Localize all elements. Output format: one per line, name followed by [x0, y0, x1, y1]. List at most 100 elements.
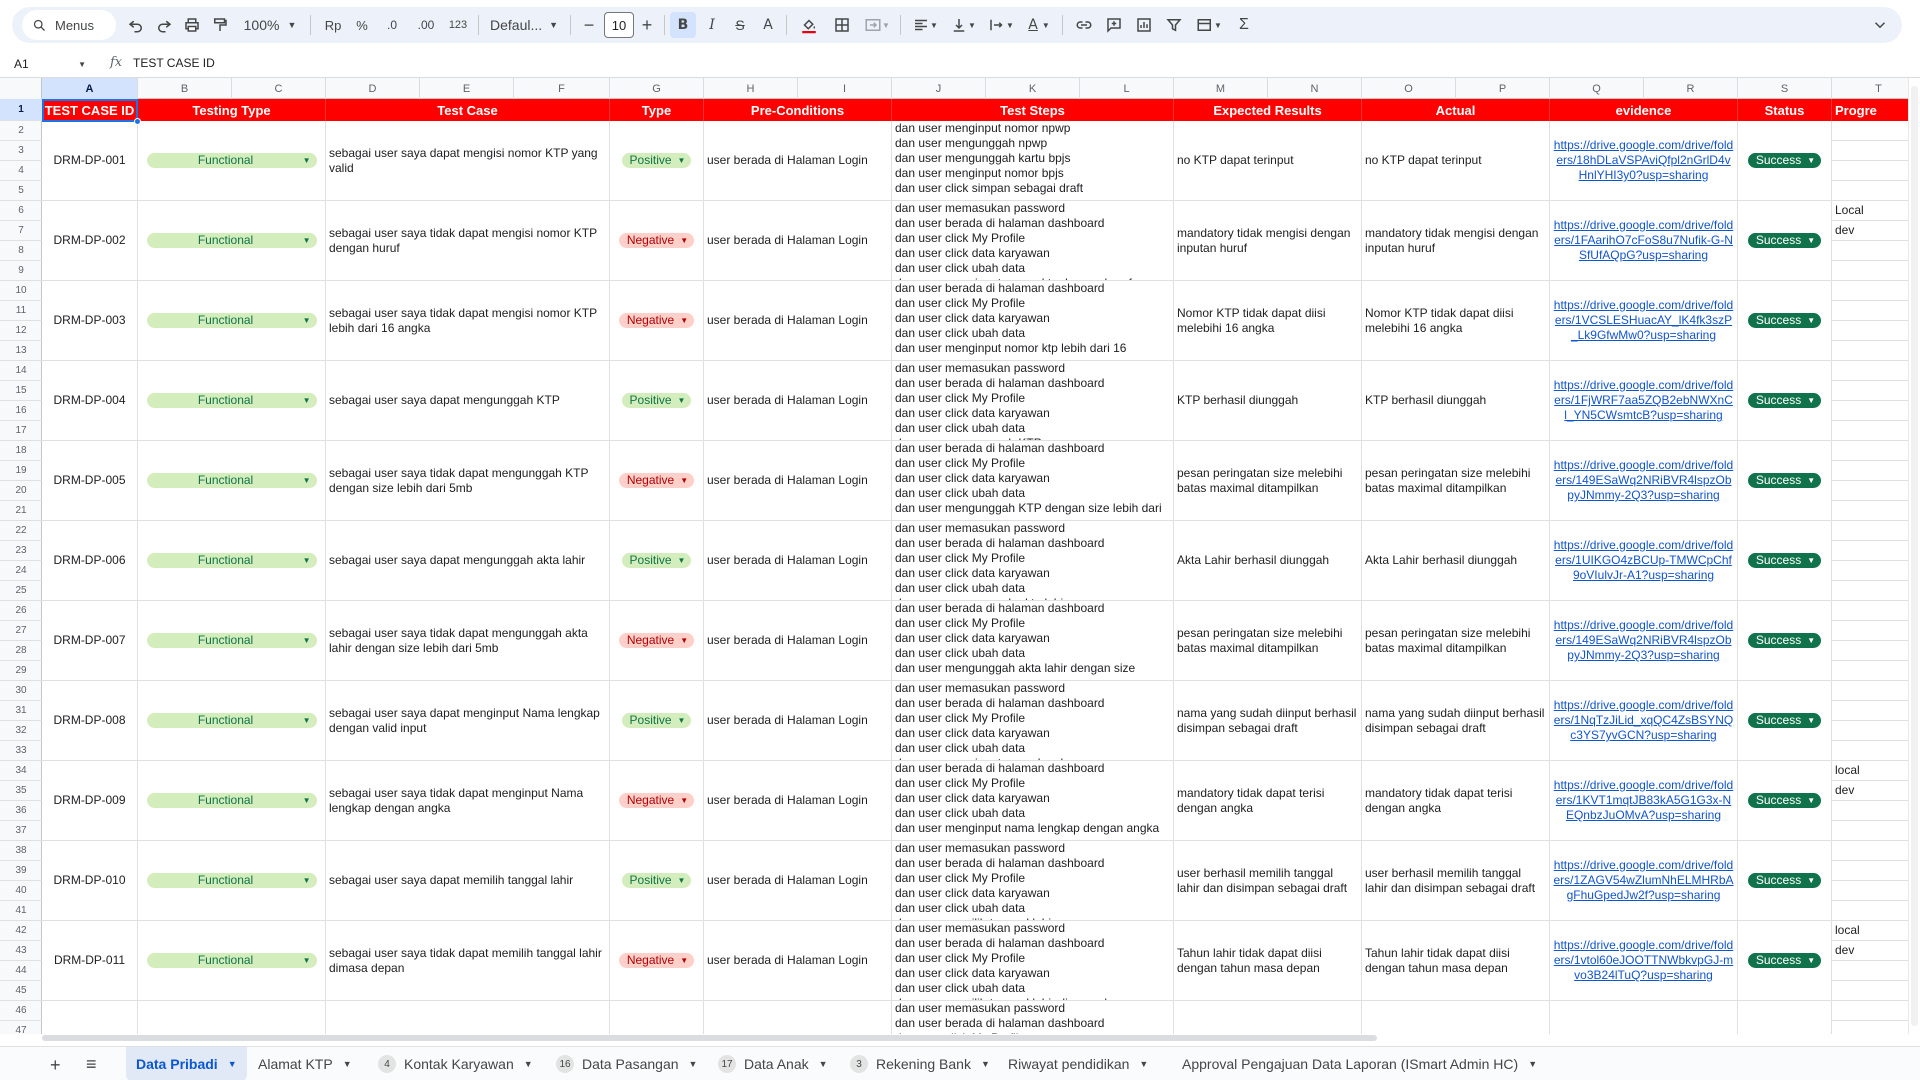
test-case-id-cell[interactable]: DRM-DP-003 [42, 281, 138, 361]
currency-format-button[interactable]: Rp [320, 12, 346, 38]
expected-result-cell[interactable]: no KTP dapat terinput [1174, 121, 1362, 201]
status-dropdown-success[interactable]: Success ▼ [1747, 393, 1822, 408]
progress-cell[interactable] [1832, 621, 1908, 641]
number-format-button[interactable]: 123 [444, 12, 472, 38]
menus-search-button[interactable]: Menus [22, 10, 116, 40]
column-header-r[interactable]: R [1644, 78, 1738, 99]
testing-type-dropdown[interactable]: Functional ▼ [146, 393, 317, 408]
evidence-cell[interactable]: https://drive.google.com/drive/folders/1… [1550, 521, 1738, 601]
testing-type-cell[interactable]: Functional ▼ [138, 121, 326, 201]
testing-type-dropdown[interactable]: Functional ▼ [146, 473, 317, 488]
bold-icon[interactable]: B [670, 12, 696, 38]
progress-cell[interactable] [1832, 701, 1908, 721]
pre-conditions-cell[interactable]: user berada di Halaman Login [704, 281, 892, 361]
test-case-cell[interactable]: sebagai user saya tidak dapat memilih ta… [326, 921, 610, 1001]
row-header-35[interactable]: 35 [0, 781, 42, 801]
test-steps-cell[interactable]: dan user memasukan password dan user bera… [892, 921, 1174, 1001]
horizontal-scrollbar[interactable] [42, 1034, 1908, 1042]
test-case-id-cell[interactable]: DRM-DP-007 [42, 601, 138, 681]
type-cell[interactable]: Positive ▼ [610, 361, 704, 441]
formula-input[interactable]: TEST CASE ID [133, 56, 215, 70]
type-dropdown-negative[interactable]: Negative ▼ [618, 233, 695, 248]
progress-cell[interactable] [1832, 341, 1908, 361]
column-header-p[interactable]: P [1456, 78, 1550, 99]
actual-result-cell[interactable]: nama yang sudah diinput berhasil disimpa… [1362, 681, 1550, 761]
test-case-id-cell[interactable]: DRM-DP-010 [42, 841, 138, 921]
status-dropdown-success[interactable]: Success ▼ [1747, 793, 1822, 808]
sheet-tab-alamat-ktp[interactable]: Alamat KTP ▼ [248, 1047, 362, 1080]
undo-icon[interactable] [124, 12, 148, 38]
row-header-27[interactable]: 27 [0, 621, 42, 641]
status-dropdown-success[interactable]: Success ▼ [1747, 313, 1822, 328]
testing-type-dropdown[interactable]: Functional ▼ [146, 553, 317, 568]
evidence-link[interactable]: https://drive.google.com/drive/folders/1… [1553, 378, 1734, 423]
column-header-i[interactable]: I [798, 78, 892, 99]
select-all-corner[interactable] [0, 78, 42, 99]
progress-cell[interactable] [1832, 361, 1908, 381]
progress-cell[interactable] [1832, 641, 1908, 661]
progress-cell[interactable] [1832, 821, 1908, 841]
test-case-id-cell[interactable]: DRM-DP-004 [42, 361, 138, 441]
row-header-28[interactable]: 28 [0, 641, 42, 661]
progress-cell[interactable] [1832, 161, 1908, 181]
column-header-m[interactable]: M [1174, 78, 1268, 99]
vertical-scroll-thumb[interactable] [1911, 86, 1918, 1026]
row-header-24[interactable]: 24 [0, 561, 42, 581]
evidence-cell[interactable]: https://drive.google.com/drive/folders/1… [1550, 281, 1738, 361]
test-steps-cell[interactable]: dan user memasukan password dan user bera… [892, 681, 1174, 761]
type-dropdown-negative[interactable]: Negative ▼ [618, 793, 695, 808]
actual-result-cell[interactable]: Akta Lahir berhasil diunggah [1362, 521, 1550, 601]
row-header-32[interactable]: 32 [0, 721, 42, 741]
status-cell[interactable]: Success ▼ [1738, 521, 1832, 601]
evidence-link[interactable]: https://drive.google.com/drive/folders/1… [1553, 858, 1734, 903]
test-steps-cell[interactable]: dan user memasukan password dan user bera… [892, 841, 1174, 921]
column-header-t[interactable]: T [1832, 78, 1908, 99]
column-header-c[interactable]: C [232, 78, 326, 99]
testing-type-dropdown[interactable]: Functional ▼ [146, 153, 317, 168]
row-header-21[interactable]: 21 [0, 501, 42, 521]
type-dropdown-negative[interactable]: Negative ▼ [618, 313, 695, 328]
status-dropdown-success[interactable]: Success ▼ [1747, 153, 1822, 168]
actual-result-cell[interactable]: KTP berhasil diunggah [1362, 361, 1550, 441]
row-header-14[interactable]: 14 [0, 361, 42, 381]
row-header-23[interactable]: 23 [0, 541, 42, 561]
column-header-h[interactable]: H [704, 78, 798, 99]
header-status[interactable]: Status [1738, 99, 1832, 121]
test-case-id-cell[interactable] [42, 1001, 138, 1034]
test-case-cell[interactable]: sebagai user saya dapat menginput Nama l… [326, 681, 610, 761]
row-header-26[interactable]: 26 [0, 601, 42, 621]
row-header-4[interactable]: 4 [0, 161, 42, 181]
actual-result-cell[interactable]: mandatory tidak mengisi dengan inputan h… [1362, 201, 1550, 281]
column-header-n[interactable]: N [1268, 78, 1362, 99]
test-case-id-cell[interactable]: DRM-DP-009 [42, 761, 138, 841]
progress-cell[interactable] [1832, 401, 1908, 421]
progress-cell[interactable] [1832, 861, 1908, 881]
print-icon[interactable] [180, 12, 204, 38]
testing-type-cell[interactable]: Functional ▼ [138, 681, 326, 761]
actual-result-cell[interactable]: user berhasil memilih tanggal lahir dan … [1362, 841, 1550, 921]
test-case-id-cell[interactable]: DRM-DP-008 [42, 681, 138, 761]
progress-cell[interactable]: dev [1832, 221, 1908, 241]
row-header-31[interactable]: 31 [0, 701, 42, 721]
expected-result-cell[interactable]: mandatory tidak dapat terisi dengan angk… [1174, 761, 1362, 841]
progress-cell[interactable] [1832, 141, 1908, 161]
test-steps-cell[interactable]: dan user memasukan password dan user bera… [892, 201, 1174, 281]
row-header-37[interactable]: 37 [0, 821, 42, 841]
testing-type-dropdown[interactable]: Functional ▼ [146, 313, 317, 328]
borders-icon[interactable] [830, 12, 854, 38]
test-steps-cell[interactable]: dan user menginput nomor npwp dan user me… [892, 121, 1174, 201]
pre-conditions-cell[interactable]: user berada di Halaman Login [704, 441, 892, 521]
testing-type-cell[interactable]: Functional ▼ [138, 441, 326, 521]
testing-type-cell[interactable]: Functional ▼ [138, 761, 326, 841]
status-cell[interactable]: Success ▼ [1738, 121, 1832, 201]
testing-type-dropdown[interactable]: Functional ▼ [146, 953, 317, 968]
actual-result-cell[interactable]: no KTP dapat terinput [1362, 121, 1550, 201]
header-testing-type[interactable]: Testing Type [138, 99, 326, 121]
sheet-tab-rekening-bank[interactable]: 3 Rekening Bank ▼ [840, 1047, 1000, 1080]
evidence-link[interactable]: https://drive.google.com/drive/folders/1… [1553, 218, 1734, 263]
row-header-46[interactable]: 46 [0, 1001, 42, 1021]
text-wrapping-icon[interactable]: ▼ [984, 12, 1018, 38]
progress-cell[interactable] [1832, 181, 1908, 201]
status-dropdown-success[interactable]: Success ▼ [1747, 953, 1822, 968]
testing-type-cell[interactable]: Functional ▼ [138, 361, 326, 441]
